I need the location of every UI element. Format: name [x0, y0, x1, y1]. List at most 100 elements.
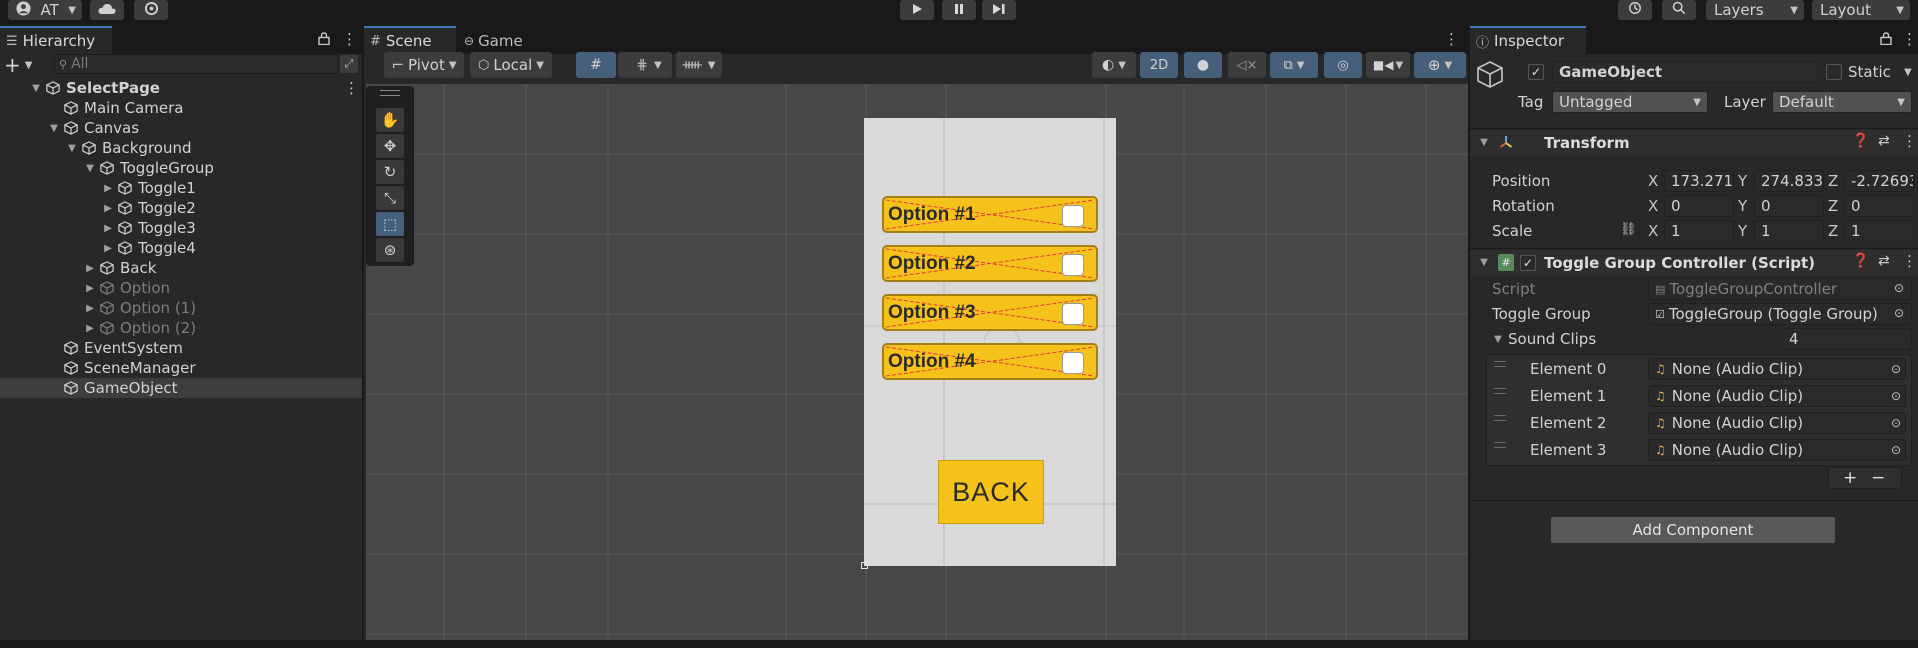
object-name-field[interactable]: GameObject — [1552, 61, 1818, 83]
rotation-x-field[interactable]: 0 — [1664, 195, 1734, 217]
add-object-button[interactable]: + ▼ — [4, 53, 40, 77]
toggle-2d-button[interactable]: 2D — [1140, 52, 1178, 78]
hierarchy-search[interactable]: ⚲ All — [54, 54, 338, 74]
add-component-button[interactable]: Add Component — [1550, 516, 1836, 544]
help-icon[interactable]: ❓ — [1852, 133, 1869, 149]
hierarchy-item[interactable]: ▶ Option (1) — [0, 298, 362, 318]
hierarchy-item[interactable]: ▼ SelectPage ⋮ — [0, 78, 362, 98]
expand-down-icon[interactable]: ▼ — [84, 163, 96, 174]
audio-clip-field[interactable]: ♫ None (Audio Clip) ⊙ — [1648, 385, 1906, 407]
audio-toggle[interactable]: ◁× — [1228, 52, 1266, 78]
script-enabled-checkbox[interactable]: ✓ — [1520, 255, 1536, 271]
scene-visibility-icon[interactable]: ⤢ — [340, 55, 358, 73]
play-button[interactable] — [900, 0, 934, 20]
rotate-tool[interactable]: ↻ — [376, 160, 404, 184]
position-x-field[interactable]: 173.271 — [1664, 170, 1734, 192]
preset-icon[interactable]: ⇄ — [1878, 133, 1890, 149]
expand-right-icon[interactable]: ▶ — [84, 283, 96, 294]
cloud-button[interactable] — [90, 0, 124, 20]
option-checkbox[interactable] — [1062, 205, 1084, 227]
expand-right-icon[interactable]: ▶ — [102, 243, 114, 254]
fold-arrow-icon[interactable]: ▼ — [1478, 137, 1490, 148]
hierarchy-item[interactable]: Main Camera — [0, 98, 362, 118]
scale-y-field[interactable]: 1 — [1754, 220, 1824, 242]
option-toggle[interactable]: Option #4 — [882, 343, 1098, 380]
layer-dropdown[interactable]: Default ▼ — [1772, 91, 1912, 113]
rotation-z-field[interactable]: 0 — [1844, 195, 1914, 217]
hierarchy-item[interactable]: ▼ Canvas — [0, 118, 362, 138]
object-picker-icon[interactable]: ⊙ — [1894, 306, 1904, 320]
option-checkbox[interactable] — [1062, 352, 1084, 374]
expand-right-icon[interactable]: ▶ — [102, 223, 114, 234]
search-button[interactable] — [1662, 0, 1696, 20]
audio-clip-field[interactable]: ♫ None (Audio Clip) ⊙ — [1648, 439, 1906, 461]
lock-icon[interactable] — [1880, 32, 1892, 49]
scale-z-field[interactable]: 1 — [1844, 220, 1914, 242]
rect-tool[interactable]: ⬚ — [376, 212, 404, 236]
back-button[interactable]: BACK — [938, 460, 1044, 524]
more-options-icon[interactable]: ⋮ — [1902, 30, 1917, 48]
expand-right-icon[interactable]: ▶ — [84, 303, 96, 314]
hierarchy-item[interactable]: ▼ ToggleGroup — [0, 158, 362, 178]
object-picker-icon[interactable]: ⊙ — [1894, 281, 1904, 295]
hierarchy-item[interactable]: ▶ Option (2) — [0, 318, 362, 338]
expand-right-icon[interactable]: ▶ — [102, 183, 114, 194]
effects-dropdown[interactable]: ⧉ ▼ — [1270, 52, 1318, 78]
tab-game[interactable]: ⊖ Game — [458, 26, 538, 54]
hierarchy-item[interactable]: ▶ Back — [0, 258, 362, 278]
option-checkbox[interactable] — [1062, 303, 1084, 325]
hierarchy-item[interactable]: SceneManager — [0, 358, 362, 378]
increment-snap-button[interactable]: ⋕ ▼ — [626, 52, 672, 78]
pause-button[interactable] — [942, 0, 976, 20]
scale-x-field[interactable]: 1 — [1664, 220, 1734, 242]
option-checkbox[interactable] — [1062, 254, 1084, 276]
expand-right-icon[interactable]: ▶ — [84, 323, 96, 334]
lighting-toggle[interactable]: ● — [1184, 52, 1222, 78]
more-options-icon[interactable]: ⋮ — [1902, 132, 1917, 150]
hierarchy-item[interactable]: ▶ Toggle2 — [0, 198, 362, 218]
fold-arrow-icon[interactable]: ▼ — [1478, 257, 1490, 268]
camera-dropdown[interactable]: ■◀ ▼ — [1366, 52, 1410, 78]
hierarchy-item[interactable]: GameObject — [0, 378, 362, 398]
audio-clip-field[interactable]: ♫ None (Audio Clip) ⊙ — [1648, 358, 1906, 380]
expand-right-icon[interactable]: ▶ — [84, 263, 96, 274]
object-picker-icon[interactable]: ⊙ — [1891, 443, 1901, 457]
object-picker-icon[interactable]: ⊙ — [1891, 362, 1901, 376]
add-element-button[interactable]: + — [1843, 468, 1857, 488]
tab-hierarchy[interactable]: ☰ Hierarchy — [0, 26, 112, 54]
step-button[interactable] — [982, 0, 1016, 20]
preset-icon[interactable]: ⇄ — [1878, 253, 1890, 269]
scale-tool[interactable]: ⤡ — [376, 186, 404, 210]
object-picker-icon[interactable]: ⊙ — [1891, 389, 1901, 403]
option-toggle[interactable]: Option #1 — [882, 196, 1098, 233]
fold-arrow-icon[interactable]: ▼ — [1492, 334, 1504, 345]
tab-inspector[interactable]: ⓘ Inspector — [1470, 26, 1586, 54]
script-component-header[interactable]: ▼ # ✓ Toggle Group Controller (Script) ❓… — [1470, 250, 1918, 276]
reorder-handle-icon[interactable] — [1494, 415, 1506, 421]
history-button[interactable] — [1618, 0, 1652, 20]
expand-right-icon[interactable]: ▶ — [102, 203, 114, 214]
lock-icon[interactable] — [318, 32, 330, 49]
account-dropdown[interactable]: AT ▼ — [8, 0, 82, 20]
object-picker-icon[interactable]: ⊙ — [1891, 416, 1901, 430]
script-field[interactable]: ▤ ToggleGroupController — [1648, 278, 1912, 300]
reorder-handle-icon[interactable] — [1494, 361, 1506, 367]
more-options-icon[interactable]: ⋮ — [1444, 30, 1459, 48]
hand-tool[interactable]: ✋ — [376, 108, 404, 132]
audio-clip-field[interactable]: ♫ None (Audio Clip) ⊙ — [1648, 412, 1906, 434]
layers-dropdown[interactable]: Layers ▼ — [1706, 0, 1804, 20]
move-tool[interactable]: ✥ — [376, 134, 404, 158]
constrain-proportions-icon[interactable]: ⛓ — [1620, 222, 1637, 237]
hidden-objects-toggle[interactable]: ◎ — [1324, 52, 1362, 78]
local-dropdown[interactable]: ⬡ Local ▼ — [470, 52, 552, 78]
reorder-handle-icon[interactable] — [1494, 442, 1506, 448]
toggle-group-field[interactable]: ☑ ToggleGroup (Toggle Group) — [1648, 303, 1912, 325]
position-y-field[interactable]: 274.833 — [1754, 170, 1824, 192]
more-options-icon[interactable]: ⋮ — [342, 30, 357, 48]
rotation-y-field[interactable]: 0 — [1754, 195, 1824, 217]
more-options-icon[interactable]: ⋮ — [344, 79, 359, 97]
hierarchy-item[interactable]: ▶ Option — [0, 278, 362, 298]
reorder-handle-icon[interactable] — [1494, 388, 1506, 394]
pivot-dropdown[interactable]: ⌐ Pivot ▼ — [384, 52, 464, 78]
transform-header[interactable]: ▼ Transform ❓ ⇄ ⋮ — [1470, 130, 1918, 156]
